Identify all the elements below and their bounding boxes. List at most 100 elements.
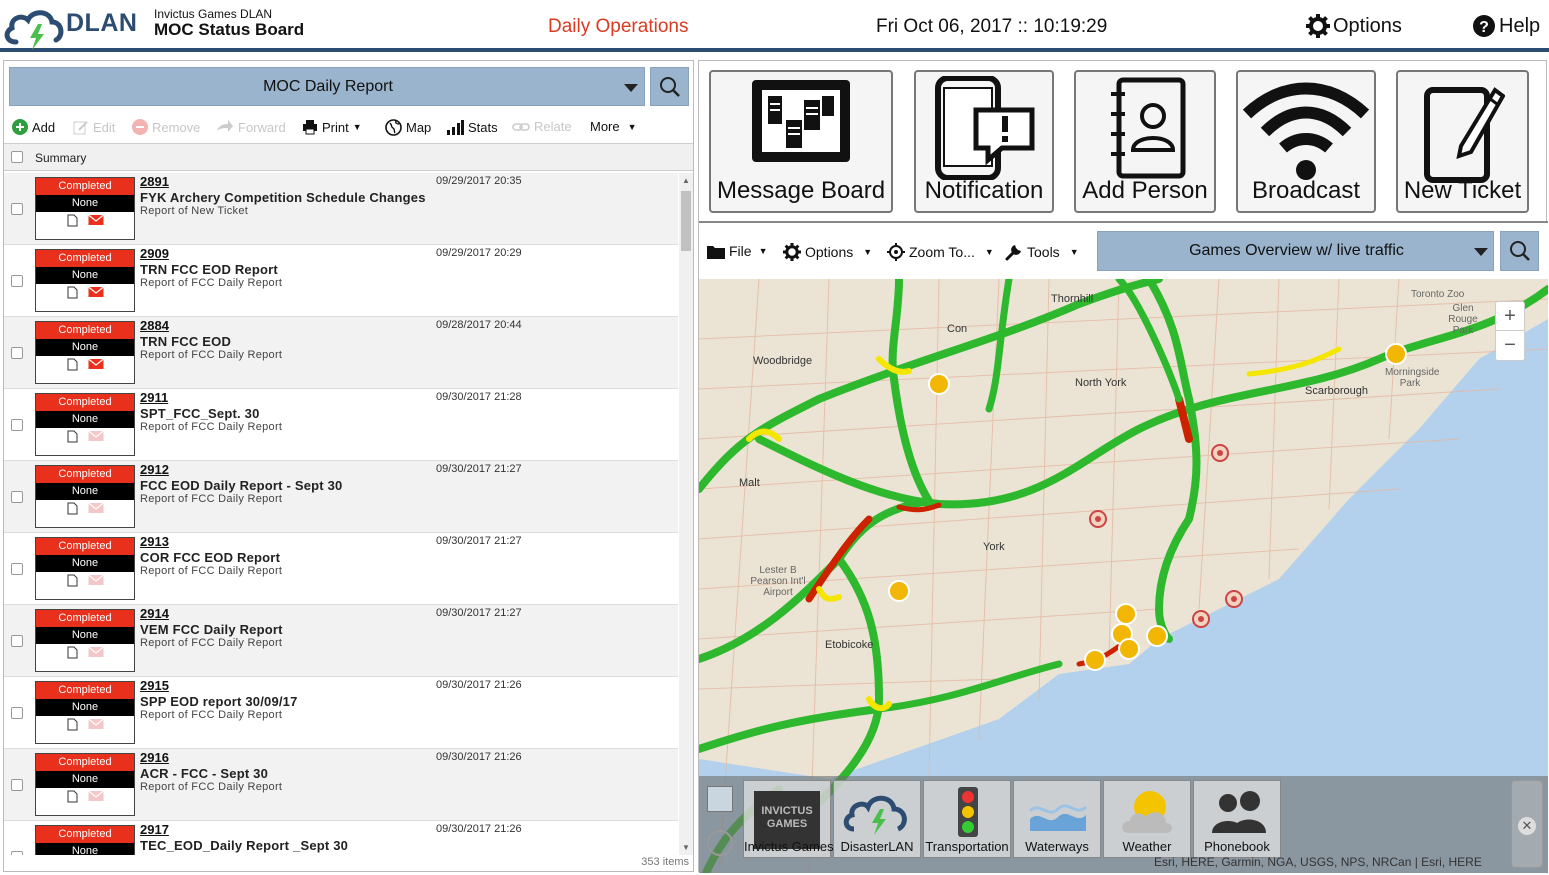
summary-column-header: Summary (35, 151, 87, 165)
link-icon (512, 122, 530, 131)
waterways-layer-tile[interactable]: Waterways (1013, 780, 1101, 858)
map-search-button[interactable] (1500, 231, 1539, 271)
table-row[interactable]: Completed None 2911 09/30/2017 21:28 SPT_FCC… (4, 389, 678, 461)
zoom-in-button[interactable]: + (1496, 302, 1524, 331)
new-ticket-tile[interactable]: New Ticket (1396, 70, 1529, 213)
row-checkbox[interactable] (11, 347, 23, 359)
report-search-button[interactable] (650, 67, 689, 106)
ticket-id-link[interactable]: 2891 (140, 174, 169, 189)
message-board-tile[interactable]: Message Board (709, 70, 893, 213)
broadcast-tile[interactable]: Broadcast (1236, 70, 1376, 213)
map-layer-selector[interactable]: Games Overview w/ live traffic (1097, 231, 1494, 271)
map-button[interactable]: Map (385, 119, 431, 136)
map-file-menu[interactable]: File ▼ (707, 243, 767, 259)
clock-icon[interactable] (707, 830, 733, 856)
table-row[interactable]: Completed None 2917 09/30/2017 21:26 TEC_EOD… (4, 821, 678, 855)
options-button[interactable]: Options (1306, 14, 1402, 38)
more-button[interactable]: More ▼ (590, 119, 637, 134)
app-title: MOC Status Board (154, 20, 305, 39)
row-icons (36, 574, 134, 587)
zoom-out-button[interactable]: − (1496, 331, 1524, 360)
add-button[interactable]: Add (12, 119, 55, 135)
table-row[interactable]: Completed None 2913 09/30/2017 21:27 COR FCC… (4, 533, 678, 605)
row-checkbox[interactable] (11, 851, 23, 855)
map-place-label: Toronto Zoo (1411, 289, 1465, 300)
transportation-layer-tile[interactable]: Transportation (923, 780, 1011, 858)
list-scrollbar[interactable]: ▲ ▼ (679, 173, 693, 855)
ticket-id-link[interactable]: 2913 (140, 534, 169, 549)
priority-label: None (36, 483, 134, 500)
table-row[interactable]: Completed None 2914 09/30/2017 21:27 VEM FCC… (4, 605, 678, 677)
mail-icon (87, 286, 104, 297)
ticket-subtitle: Report of FCC Daily Report (140, 709, 283, 721)
chevron-down-icon (624, 84, 638, 92)
zoom-to-menu[interactable]: Zoom To... ▼ (887, 243, 994, 261)
row-checkbox[interactable] (11, 275, 23, 287)
map-view[interactable]: Woodbridge Thornhill North York Scarborough… (699, 279, 1548, 873)
map-place-label: York (983, 541, 1005, 553)
ticket-id-link[interactable]: 2917 (140, 822, 169, 837)
forward-button[interactable]: Forward (216, 119, 286, 135)
table-row[interactable]: Completed None 2909 09/29/2017 20:29 TRN FCC… (4, 245, 678, 317)
ticket-title: COR FCC EOD Report (140, 550, 281, 565)
invictus-games-layer-tile[interactable]: INVICTUS GAMES Invictus Games (743, 780, 834, 858)
report-title: MOC Daily Report (263, 78, 393, 95)
add-person-icon (1076, 76, 1214, 180)
row-checkbox[interactable] (11, 203, 23, 215)
edit-button[interactable]: Edit (73, 119, 115, 135)
tile-label: Notification (924, 177, 1044, 204)
relate-label: Relate (534, 119, 572, 134)
ticket-id-link[interactable]: 2914 (140, 606, 169, 621)
row-checkbox[interactable] (11, 707, 23, 719)
map-toolbar: File ▼ Options ▼ Zoom To... ▼ Tools ▼ Ga… (699, 221, 1548, 279)
row-checkbox[interactable] (11, 563, 23, 575)
tile-label: Message Board (716, 177, 886, 204)
print-button[interactable]: Print ▼ (302, 119, 362, 135)
disasterlan-layer-tile[interactable]: DisasterLAN (833, 780, 921, 858)
ticket-id-link[interactable]: 2909 (140, 246, 169, 261)
tile-label: Broadcast (1251, 177, 1361, 204)
add-person-tile[interactable]: Add Person (1074, 70, 1216, 213)
report-selector[interactable]: MOC Daily Report (9, 67, 645, 106)
mail-icon (87, 790, 104, 801)
ticket-id-link[interactable]: 2884 (140, 318, 169, 333)
help-button[interactable]: ? Help (1472, 14, 1540, 38)
stats-button[interactable]: Stats (446, 119, 498, 135)
table-row[interactable]: Completed None 2891 09/29/2017 20:35 FYK Arc… (4, 173, 678, 245)
status-label: Completed (36, 826, 134, 843)
weather-layer-tile[interactable]: Weather (1103, 780, 1191, 858)
phonebook-layer-tile[interactable]: Phonebook (1193, 780, 1281, 858)
table-row[interactable]: Completed None 2912 09/30/2017 21:27 FCC EOD… (4, 461, 678, 533)
ticket-title: SPT_FCC_Sept. 30 (140, 406, 260, 421)
logo-text: DLAN (66, 9, 138, 37)
row-checkbox[interactable] (11, 779, 23, 791)
report-panel: MOC Daily Report Add Edit Remove Forward… (3, 60, 694, 872)
table-row[interactable]: Completed None 2915 09/30/2017 21:26 SPP EOD… (4, 677, 678, 749)
close-icon[interactable]: ✕ (1518, 817, 1536, 835)
status-badge: Completed None (35, 321, 135, 384)
notification-tile[interactable]: Notification (914, 70, 1054, 213)
basemap-icon[interactable] (707, 786, 733, 812)
ticket-id-link[interactable]: 2915 (140, 678, 169, 693)
row-checkbox[interactable] (11, 491, 23, 503)
table-row[interactable]: Completed None 2916 09/30/2017 21:26 ACR - F… (4, 749, 678, 821)
remove-button[interactable]: Remove (132, 119, 200, 135)
scroll-thumb[interactable] (681, 191, 691, 251)
ticket-id-link[interactable]: 2916 (140, 750, 169, 765)
ticket-id-link[interactable]: 2912 (140, 462, 169, 477)
printer-icon (303, 120, 317, 135)
select-all-checkbox[interactable] (11, 151, 23, 163)
relate-button[interactable]: Relate (512, 119, 572, 134)
map-options-menu[interactable]: Options ▼ (783, 243, 872, 261)
scroll-down-icon[interactable]: ▼ (682, 843, 690, 852)
print-label: Print (322, 119, 349, 135)
status-label: Completed (36, 682, 134, 699)
ticket-id-link[interactable]: 2911 (140, 390, 168, 405)
layer-bar: INVICTUS GAMES Invictus Games DisasterLAN Tr… (699, 776, 1548, 873)
priority-label: None (36, 411, 134, 428)
table-row[interactable]: Completed None 2884 09/28/2017 20:44 TRN FCC… (4, 317, 678, 389)
tools-menu[interactable]: Tools ▼ (1005, 243, 1079, 261)
scroll-up-icon[interactable]: ▲ (682, 176, 690, 185)
row-checkbox[interactable] (11, 419, 23, 431)
row-checkbox[interactable] (11, 635, 23, 647)
